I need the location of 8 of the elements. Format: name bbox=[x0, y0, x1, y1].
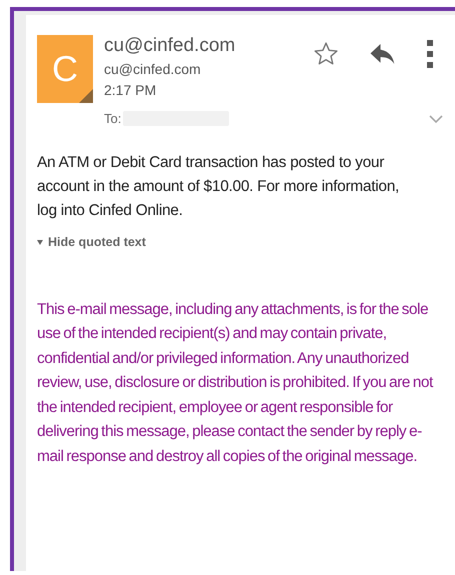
sender-email: cu@cinfed.com bbox=[104, 60, 202, 79]
message-time: 2:17 PM bbox=[104, 81, 158, 100]
sender-avatar: C bbox=[37, 35, 93, 103]
disclaimer-text: This e-mail message, including any attachments, is for the sole use of the intended recipient(s) and may contain private, confidential and/or privileged information. Any unauthorized review, use, disclosure or distribution is prohibited. If you are not the intended recipient, employee or agent responsible for delivering this message, please contact the sender by reply e-mail response and destroy all copies of the original message. bbox=[37, 300, 434, 466]
hide-quoted-link[interactable]: Hide quoted text bbox=[37, 235, 146, 249]
to-label: To: bbox=[104, 111, 122, 126]
sender-name: cu@cinfed.com bbox=[104, 34, 236, 58]
message-body: An ATM or Debit Card transaction has posted to your account in the amount of $10.00. For more information, log into Cinfed Online. bbox=[37, 153, 400, 221]
